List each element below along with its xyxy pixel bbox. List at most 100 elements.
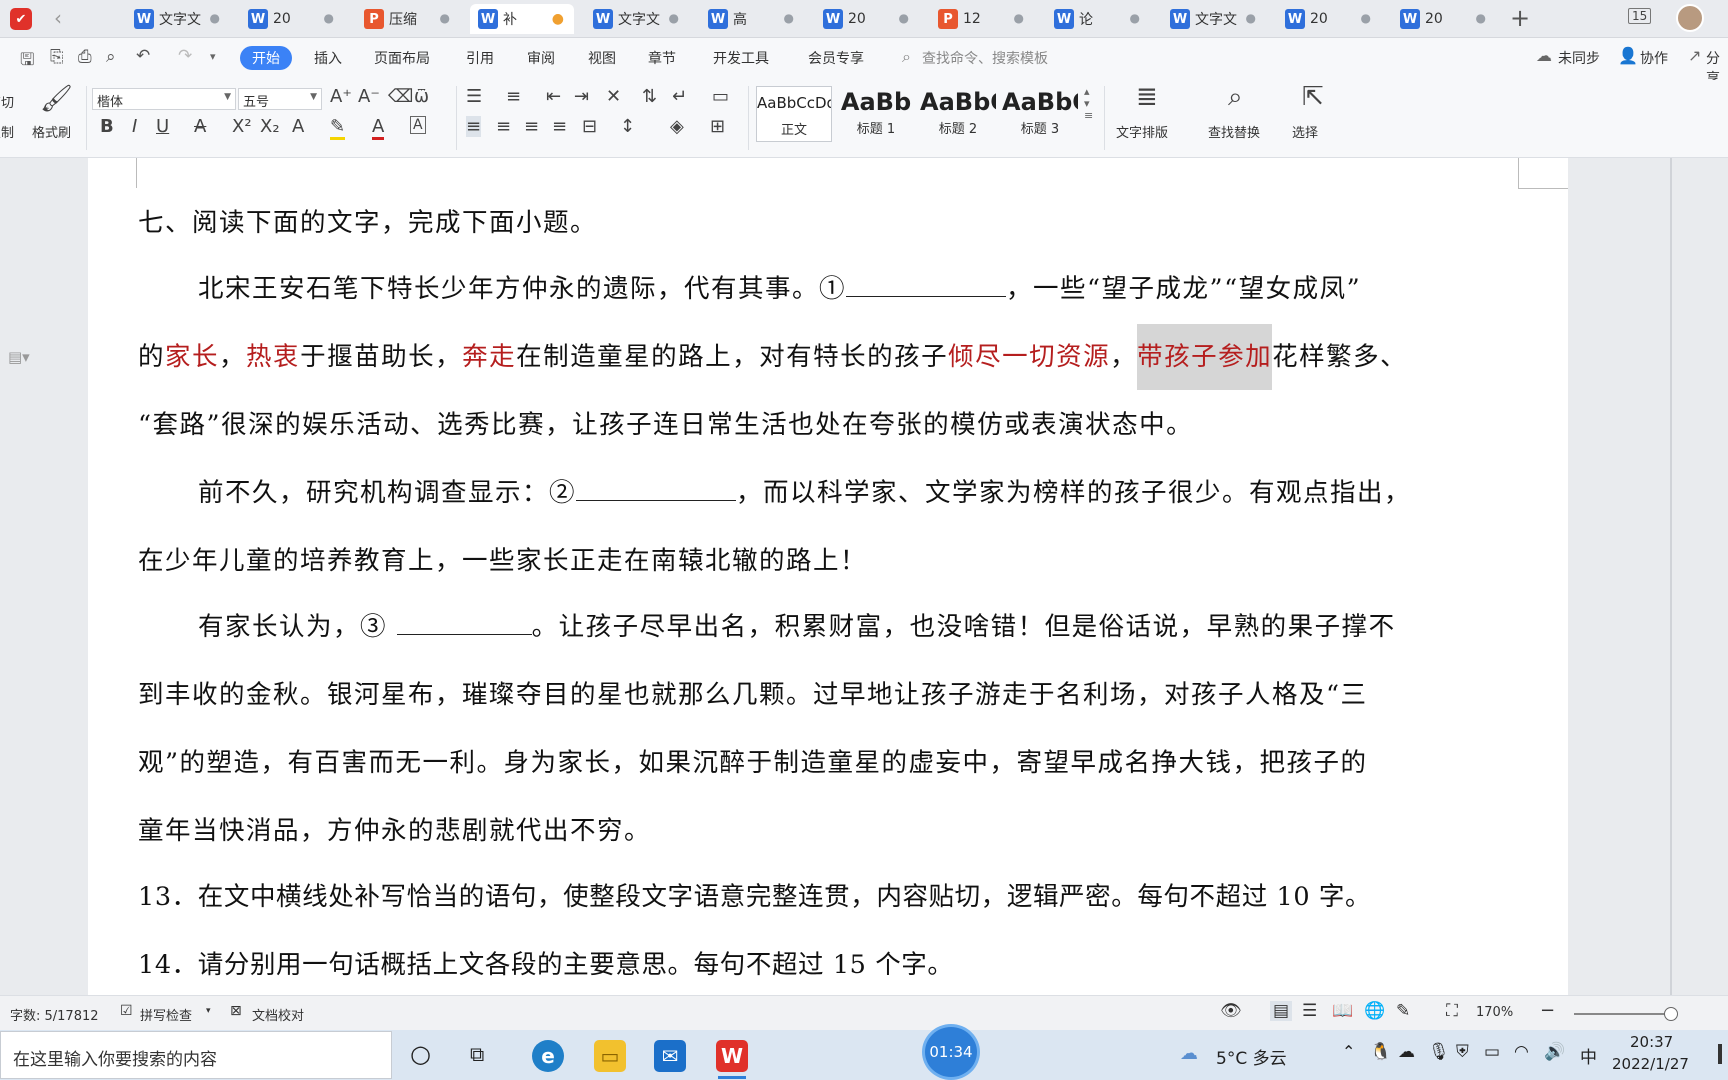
edge-browser-icon[interactable]: e xyxy=(532,1040,564,1072)
menu-chapter[interactable]: 章节 xyxy=(648,48,676,68)
tray-chevron-icon[interactable]: ⌃ xyxy=(1342,1042,1355,1061)
outdent-icon[interactable]: ⇤ xyxy=(546,86,561,107)
outline-view-icon[interactable]: ☰ xyxy=(1302,1001,1317,1021)
chevron-down-icon[interactable]: ▾ xyxy=(206,1006,211,1016)
close-tab-icon[interactable]: ● xyxy=(1361,11,1371,25)
sync-status[interactable]: 未同步 xyxy=(1558,48,1600,68)
document-tab[interactable]: W 论 ● xyxy=(1046,4,1150,34)
answer-blank-2[interactable] xyxy=(576,479,737,501)
close-tab-icon[interactable]: ● xyxy=(899,11,909,25)
print-icon[interactable]: ⎙ xyxy=(78,47,92,67)
avatar[interactable] xyxy=(1676,4,1704,32)
menu-layout[interactable]: 页面布局 xyxy=(374,48,430,68)
eye-protection-icon[interactable]: 👁 xyxy=(1220,1001,1242,1021)
document-tab[interactable]: W 20 ● xyxy=(815,4,919,34)
reading-view-icon[interactable]: 📖 xyxy=(1332,1001,1353,1021)
zoom-slider[interactable] xyxy=(1574,1013,1674,1015)
menu-review[interactable]: 审阅 xyxy=(527,48,555,68)
italic-icon[interactable]: I xyxy=(132,116,137,137)
distribute-icon[interactable]: ⊟ xyxy=(582,116,597,137)
line-spacing-icon[interactable]: ↕ xyxy=(620,116,635,137)
clock-date[interactable]: 2022/1/27 xyxy=(1612,1055,1689,1073)
close-tab-icon[interactable]: ● xyxy=(669,11,679,25)
volume-icon[interactable]: 🔊 xyxy=(1544,1042,1565,1062)
write-mode-icon[interactable]: ✎ xyxy=(1396,1001,1410,1021)
document-tab[interactable]: W 补 ● xyxy=(470,4,574,34)
format-painter-icon[interactable]: 🖌 xyxy=(40,84,73,114)
document-tab[interactable]: W 文字文 ● xyxy=(1162,4,1266,34)
chinese-layout-icon[interactable]: ✕ xyxy=(606,86,621,107)
copy-button[interactable]: 复制 xyxy=(0,122,14,141)
cut-button[interactable]: 剪切 xyxy=(0,92,14,111)
close-tab-icon[interactable]: ● xyxy=(1130,11,1140,25)
char-border-icon[interactable]: A xyxy=(410,116,426,134)
wifi-icon[interactable]: ◠ xyxy=(1514,1042,1529,1062)
menu-member[interactable]: 会员专享 xyxy=(808,48,864,68)
font-color-icon[interactable]: A xyxy=(372,116,385,140)
margin-doc-icon[interactable]: ▤▾ xyxy=(8,348,30,366)
document-area[interactable]: ▤▾ 七、阅读下面的文字，完成下面小题。 北宋王安石笔下特长少年方仲永的遗际，代… xyxy=(0,158,1670,995)
close-tab-icon[interactable]: ● xyxy=(440,11,450,25)
wps-logo-icon[interactable]: ✔ xyxy=(10,8,32,30)
menu-view[interactable]: 视图 xyxy=(588,48,616,68)
cortana-icon[interactable]: ○ xyxy=(410,1040,431,1068)
document-tab[interactable]: W 20 ● xyxy=(1392,4,1496,34)
clear-format-icon[interactable]: ⌫ xyxy=(388,86,413,107)
text-layout-icon[interactable]: ≣ xyxy=(1136,82,1158,112)
bullet-list-icon[interactable]: ☰ xyxy=(466,86,482,107)
save-icon[interactable]: 🖫 xyxy=(20,47,34,76)
back-arrow-icon[interactable]: ‹ xyxy=(54,6,62,30)
document-tab[interactable]: W 20 ● xyxy=(240,4,344,34)
subscript-icon[interactable]: X₂ xyxy=(260,116,280,137)
menu-insert[interactable]: 插入 xyxy=(314,48,342,68)
qq-icon[interactable]: 🐧 xyxy=(1370,1042,1391,1062)
wps-taskbar-icon[interactable]: W xyxy=(716,1040,748,1072)
tab-count-badge[interactable]: 15 xyxy=(1628,8,1652,24)
style-preset[interactable]: AaBbC 标题 2 xyxy=(920,86,996,142)
bold-icon[interactable]: B xyxy=(100,116,114,137)
font-name-select[interactable]: 楷体 ▼ xyxy=(92,88,236,110)
document-tab[interactable]: P 12 ● xyxy=(930,4,1034,34)
zoom-slider-handle[interactable] xyxy=(1664,1007,1678,1021)
vertical-scrollbar[interactable] xyxy=(1670,158,1728,995)
file-explorer-icon[interactable]: ▭ xyxy=(594,1040,626,1072)
grow-font-icon[interactable]: A⁺ xyxy=(330,86,352,107)
menu-devtools[interactable]: 开发工具 xyxy=(713,48,769,68)
format-painter-label[interactable]: 格式刷 xyxy=(32,122,71,141)
answer-blank-1[interactable] xyxy=(846,275,1007,297)
document-tab[interactable]: W 高 ● xyxy=(700,4,804,34)
recording-timer[interactable]: 01:34 xyxy=(922,1024,980,1080)
preview-icon[interactable]: ⌕ xyxy=(106,47,116,67)
font-size-select[interactable]: 五号 ▼ xyxy=(238,88,322,110)
onedrive-icon[interactable]: ☁ xyxy=(1398,1042,1415,1062)
close-tab-icon[interactable]: ● xyxy=(324,11,334,25)
spell-check-button[interactable]: 拼写检查 xyxy=(140,1005,192,1024)
text-layout-button[interactable]: 文字排版 xyxy=(1116,122,1168,141)
underline-icon[interactable]: U xyxy=(156,116,169,137)
collab-button[interactable]: 协作 xyxy=(1640,48,1668,68)
text-effect-icon[interactable]: A xyxy=(292,116,304,137)
align-center-icon[interactable]: ≡ xyxy=(496,116,511,137)
weather-text[interactable]: 5°C 多云 xyxy=(1216,1044,1287,1069)
superscript-icon[interactable]: X² xyxy=(232,116,252,137)
strikethrough-icon[interactable]: A xyxy=(194,116,206,137)
close-tab-icon[interactable]: ● xyxy=(1014,11,1024,25)
fit-page-icon[interactable]: ⛶ xyxy=(1446,1001,1458,1021)
justify-icon[interactable]: ≡ xyxy=(552,116,567,137)
task-view-icon[interactable]: ⧉ xyxy=(470,1042,484,1066)
cursor-select-icon[interactable]: ⇱ xyxy=(1302,82,1324,112)
redo-icon[interactable]: ↷ xyxy=(178,46,192,66)
clock-time[interactable]: 20:37 xyxy=(1630,1033,1673,1051)
find-replace-button[interactable]: 查找替换 xyxy=(1208,122,1260,141)
export-icon[interactable]: ⎘ xyxy=(50,47,64,67)
document-tab[interactable]: W 文字文 ● xyxy=(126,4,230,34)
highlight-icon[interactable]: ✎ xyxy=(330,116,346,140)
document-page[interactable]: 七、阅读下面的文字，完成下面小题。 北宋王安石笔下特长少年方仲永的遗际，代有其事… xyxy=(88,158,1568,995)
selected-text[interactable]: 带孩子参加 xyxy=(1137,324,1273,390)
web-view-icon[interactable]: 🌐 xyxy=(1364,1001,1385,1021)
page-view-icon[interactable]: ▤ xyxy=(1270,1001,1293,1021)
shrink-font-icon[interactable]: A⁻ xyxy=(358,86,380,107)
battery-icon[interactable]: ▭ xyxy=(1484,1042,1500,1062)
scroll-track[interactable] xyxy=(1670,158,1672,995)
document-tab[interactable]: P 压缩 ● xyxy=(356,4,460,34)
